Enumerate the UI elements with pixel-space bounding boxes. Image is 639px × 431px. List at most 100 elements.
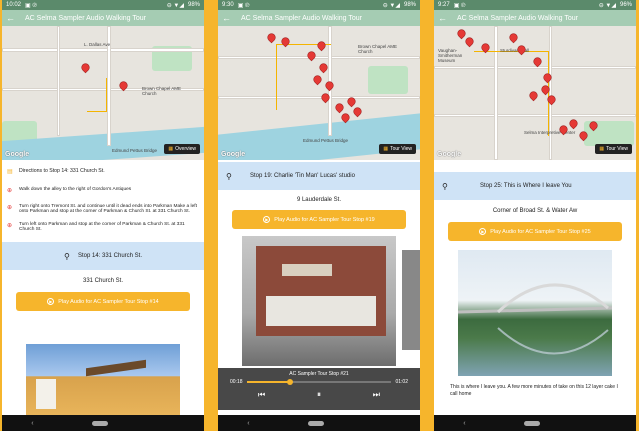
map-label: Edmund Pettus Bridge <box>112 148 158 153</box>
map-view[interactable]: Vaughan-Smitherman Museum Sturdivant Hal… <box>434 26 636 160</box>
stop-photo <box>242 236 396 366</box>
location-pin-icon: ⚲ <box>63 251 70 261</box>
map-pin-icon[interactable] <box>456 28 467 39</box>
app-title: AC Selma Sampler Audio Walking Tour <box>25 14 146 22</box>
home-nav-button[interactable] <box>92 420 109 426</box>
app-bar: ← AC Selma Sampler Audio Walking Tour <box>2 10 204 26</box>
stop-title-bar: ⚲ Stop 14: 331 Church St. <box>2 242 204 270</box>
phone-screen-1: 10:02 ▣ ℗ ⊖ ▼◢ 98% ← AC Selma Sampler Audi… <box>2 0 204 431</box>
map-label: L. Dallas Ave <box>84 42 111 47</box>
status-time: 9:30 <box>222 1 234 8</box>
notification-icon: ▣ ℗ <box>25 2 37 9</box>
back-arrow-icon[interactable]: ← <box>6 13 15 23</box>
map-label: Edmund Pettus Bridge <box>303 138 349 143</box>
notification-icon: ▣ ℗ <box>453 2 466 9</box>
stop-photo <box>458 250 612 376</box>
map-icon: ▦ <box>383 146 389 152</box>
next-track-icon[interactable]: ⏭ <box>373 390 380 400</box>
app-title: AC Selma Sampler Audio Walking Tour <box>241 14 362 22</box>
map-pin-icon[interactable] <box>80 62 91 73</box>
android-nav-bar: ‹ <box>2 415 204 431</box>
audio-player: AC Sampler Tour Stop #21 00:18 01:02 ⏮ ⏸… <box>218 368 420 410</box>
house-window <box>36 379 56 409</box>
roof <box>86 359 146 377</box>
road <box>549 26 552 160</box>
android-nav-bar: ‹ <box>218 415 420 431</box>
direction-step: ⊕ Turn right onto Tremont St. and continu… <box>2 204 204 214</box>
stop-address: 9 Lauderdale St. <box>296 197 342 203</box>
play-icon: ▶ <box>479 228 487 235</box>
status-battery: 98% <box>403 1 416 8</box>
phone-screen-2: 9:30 ▣ ℗ ⊖ ▼◢ 98% ← AC Selma Sampler Audio… <box>218 0 420 431</box>
google-logo: Google <box>437 151 462 158</box>
play-audio-label: Play Audio for AC Sampler Tour Stop #19 <box>274 216 375 223</box>
stop-caption: This is where I leave you. A few more mi… <box>450 384 618 397</box>
status-bar: 10:02 ▣ ℗ ⊖ ▼◢ 98% <box>2 0 204 10</box>
map-label: Vaughan-Smitherman Museum <box>438 48 463 63</box>
home-nav-button[interactable] <box>308 420 325 426</box>
map-view[interactable]: L. Dallas Ave Brown Chapel AME Church Ed… <box>2 26 204 160</box>
stop-title: Stop 19: Charlie 'Tin Man' Lucas' studio <box>250 173 355 179</box>
tour-view-label: Tour View <box>606 146 628 152</box>
play-audio-button[interactable]: ▶ Play Audio for AC Sampler Tour Stop #14 <box>16 292 190 311</box>
seek-thumb[interactable] <box>287 379 293 385</box>
map-pin-icon[interactable] <box>464 36 475 47</box>
play-audio-button[interactable]: ▶ Play Audio for AC Sampler Tour Stop #25 <box>448 222 622 241</box>
map-pin-icon[interactable] <box>568 118 579 129</box>
map-label: Brown Chapel AME Church <box>358 44 398 54</box>
elapsed-time: 00:18 <box>230 379 243 385</box>
status-time: 9:27 <box>438 1 450 8</box>
direction-step: ⊕ Turn left onto Parkman and stop at the … <box>2 222 204 232</box>
seek-bar[interactable] <box>246 379 392 385</box>
directions-header: ▤ Directions to Stop 14: 331 Church St. <box>2 168 204 175</box>
map-pin-icon[interactable] <box>352 106 363 117</box>
signal-icons: ⊖ ▼◢ <box>382 2 400 9</box>
direction-step: ⊕ Walk down the alley to the right of Gor… <box>2 187 204 194</box>
stop-title: Stop 14: 331 Church St. <box>77 253 143 259</box>
building-sign <box>282 264 332 276</box>
play-audio-button[interactable]: ▶ Play Audio for AC Sampler Tour Stop #19 <box>232 210 406 229</box>
home-nav-button[interactable] <box>524 420 541 426</box>
tour-view-button[interactable]: ▦ Tour View <box>595 144 632 154</box>
tour-view-button[interactable]: ▦ Tour View <box>379 144 416 154</box>
status-battery: 96% <box>619 1 632 8</box>
seek-progress <box>246 381 290 383</box>
map-pin-icon[interactable] <box>508 32 519 43</box>
play-icon: ▶ <box>47 298 55 305</box>
back-arrow-icon[interactable]: ← <box>438 13 447 23</box>
stop-title-bar: ⚲ Stop 19: Charlie 'Tin Man' Lucas' stud… <box>218 162 420 190</box>
next-photo-preview[interactable] <box>402 250 420 350</box>
stop-address: 331 Church St. <box>82 278 124 284</box>
map-pin-icon[interactable] <box>266 32 277 43</box>
duration-time: 01:02 <box>395 379 408 385</box>
overview-button[interactable]: ▦ Overview <box>164 144 200 154</box>
play-audio-label: Play Audio for AC Sampler Tour Stop #25 <box>490 228 591 235</box>
bridge-drawing <box>458 283 612 355</box>
road <box>2 48 204 52</box>
map-icon: ▦ <box>599 146 605 152</box>
tour-view-label: Tour View <box>390 146 412 152</box>
back-nav-icon[interactable]: ‹ <box>247 420 249 427</box>
status-time: 10:02 <box>6 1 22 8</box>
android-nav-bar: ‹ <box>434 415 636 431</box>
map-label: Selma Interpretive Center <box>524 130 576 135</box>
google-logo: Google <box>221 151 246 158</box>
map-view[interactable]: Brown Chapel AME Church Edmund Pettus Br… <box>218 26 420 160</box>
route-line <box>87 78 107 112</box>
back-nav-icon[interactable]: ‹ <box>463 420 465 427</box>
directions-header-text: Directions to Stop 14: 331 Church St. <box>19 168 105 174</box>
app-title: AC Selma Sampler Audio Walking Tour <box>457 14 578 22</box>
back-arrow-icon[interactable]: ← <box>222 13 231 23</box>
turn-icon: ⊕ <box>7 223 13 229</box>
app-bar: ← AC Selma Sampler Audio Walking Tour <box>434 10 636 26</box>
back-nav-icon[interactable]: ‹ <box>31 420 33 427</box>
pause-icon[interactable]: ⏸ <box>317 390 321 400</box>
previous-track-icon[interactable]: ⏮ <box>258 390 265 400</box>
turn-icon: ⊕ <box>7 188 13 194</box>
direction-text: Walk down the alley to the right of Gord… <box>19 187 132 192</box>
play-icon: ▶ <box>263 216 271 223</box>
status-bar: 9:27 ▣ ℗ ⊖ ▼◢ 96% <box>434 0 636 10</box>
signal-icons: ⊖ ▼◢ <box>598 2 616 9</box>
map-pin-icon[interactable] <box>334 102 345 113</box>
stop-title-bar: ⚲ Stop 25: This is Where I leave You <box>434 172 636 200</box>
